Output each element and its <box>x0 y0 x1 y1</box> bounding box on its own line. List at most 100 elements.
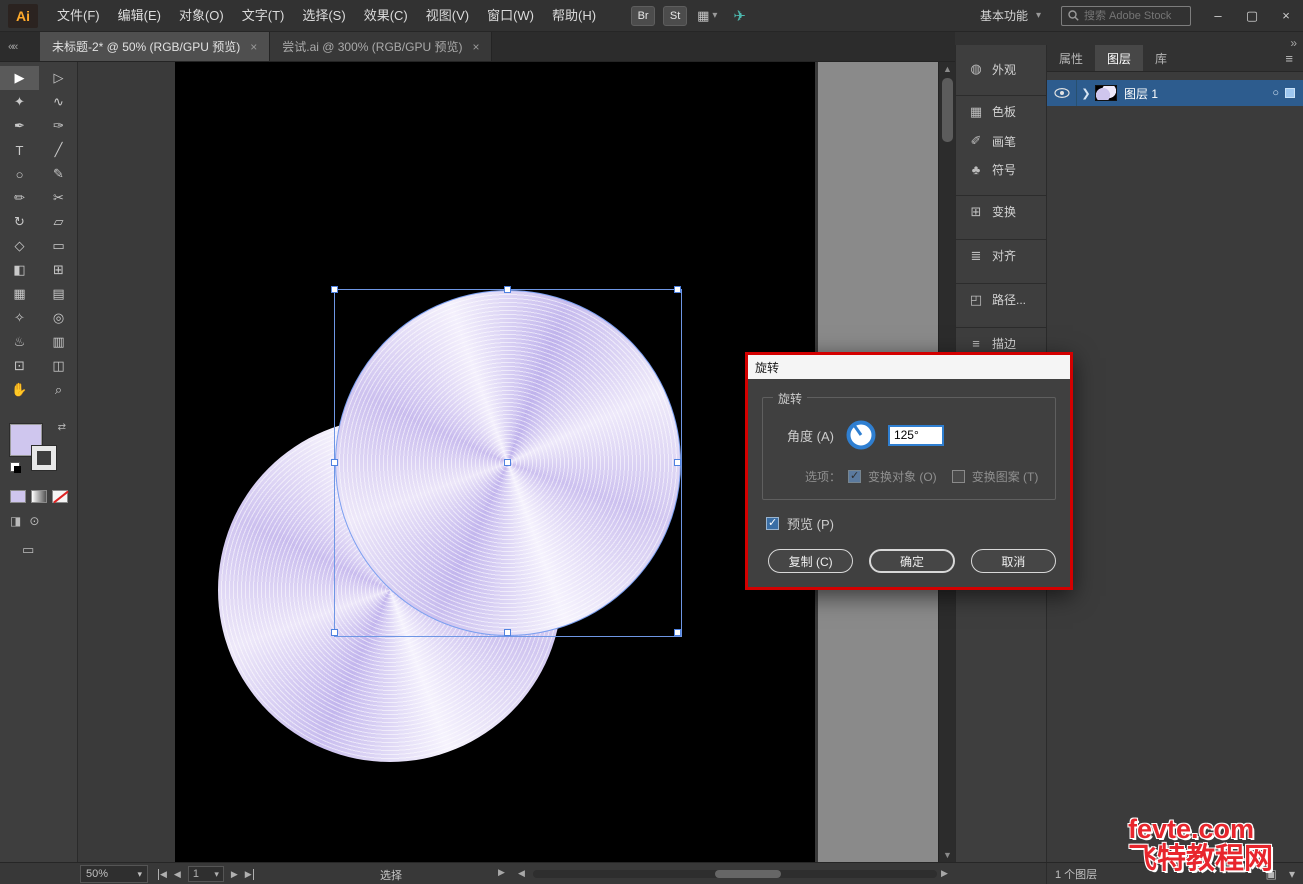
layer-name[interactable]: 图层 1 <box>1124 85 1272 102</box>
tab-close-icon[interactable]: × <box>472 40 479 54</box>
menu-item[interactable]: 对象(O) <box>170 0 233 32</box>
search-input[interactable] <box>1084 9 1184 22</box>
panel-align[interactable]: ≣ 对齐 <box>956 239 1046 271</box>
swap-fill-stroke-icon[interactable]: ⇄ <box>58 422 66 433</box>
previous-artboard-icon[interactable]: ◀ <box>174 869 181 880</box>
scroll-up-icon[interactable]: ▲ <box>939 64 955 74</box>
expand-layer-icon[interactable]: ❯ <box>1077 87 1095 100</box>
panel-tab[interactable]: 库 <box>1143 45 1179 71</box>
visibility-cell[interactable] <box>1047 80 1077 106</box>
share-icon[interactable]: ✈ <box>733 7 746 25</box>
panel-transform[interactable]: ⊞ 变换 <box>956 195 1046 227</box>
panel-tab[interactable]: 图层 <box>1095 45 1144 71</box>
expand-panels-icon[interactable]: » <box>1290 36 1297 50</box>
direct-selection-tool[interactable]: ▷ <box>39 66 78 90</box>
scissors-tool[interactable]: ✂ <box>39 186 78 210</box>
none-mode-button[interactable] <box>52 490 68 503</box>
width-tool[interactable]: ◇ <box>0 234 39 258</box>
free-transform-tool[interactable]: ▭ <box>39 234 78 258</box>
menu-item[interactable]: 效果(C) <box>355 0 417 32</box>
menu-item[interactable]: 帮助(H) <box>543 0 605 32</box>
first-artboard-icon[interactable]: ◀ <box>158 868 167 880</box>
panel-swatches[interactable]: ▦ 色板 <box>956 95 1046 127</box>
artboard-tool[interactable]: ⊡ <box>0 354 39 378</box>
gradient-mode-button[interactable] <box>31 490 47 503</box>
layer-thumbnail[interactable] <box>1095 85 1117 101</box>
pen-tool[interactable]: ✒ <box>0 114 39 138</box>
circle-shape-selected[interactable] <box>335 290 681 636</box>
maximize-button[interactable]: ▢ <box>1235 0 1269 32</box>
dialog-titlebar[interactable]: 旋转 <box>748 355 1070 379</box>
panel-brushes[interactable]: ✐ 画笔 <box>956 127 1046 155</box>
zoom-level-select[interactable]: 50% ▾ <box>80 865 148 883</box>
last-artboard-icon[interactable]: ▶ <box>245 868 254 880</box>
line-tool[interactable]: ╱ <box>39 138 78 162</box>
layer-row[interactable]: ❯ 图层 1 ○ <box>1047 80 1303 106</box>
mesh-tool[interactable]: ▦ <box>0 282 39 306</box>
zoom-tool[interactable]: ⌕ <box>39 378 78 402</box>
shape-builder-tool[interactable]: ◧ <box>0 258 39 282</box>
document-tab[interactable]: 未标题-2* @ 50% (RGB/GPU 预览) × <box>40 32 271 61</box>
panel-menu-icon[interactable]: ≡ <box>1275 45 1303 72</box>
collapse-panels-icon[interactable]: «« <box>0 32 40 61</box>
panel-symbols[interactable]: ♣ 符号 <box>956 155 1046 183</box>
chevron-down-icon[interactable]: ▾ <box>712 10 717 21</box>
horizontal-scrollbar[interactable] <box>533 870 937 878</box>
default-fill-stroke-icon[interactable] <box>10 462 21 473</box>
horizontal-scroll-thumb[interactable] <box>715 870 781 878</box>
scroll-left-icon[interactable]: ◀ <box>518 868 525 879</box>
transform-patterns-checkbox[interactable] <box>951 470 965 483</box>
menu-item[interactable]: 文件(F) <box>48 0 109 32</box>
scroll-right-icon[interactable]: ▶ <box>941 868 948 879</box>
menu-item[interactable]: 编辑(E) <box>109 0 170 32</box>
panel-tab[interactable]: 属性 <box>1047 45 1095 71</box>
color-mode-button[interactable] <box>10 490 26 503</box>
symbol-sprayer-tool[interactable]: ♨ <box>0 330 39 354</box>
ellipse-tool[interactable]: ○ <box>0 162 39 186</box>
panel-footer-menu-icon[interactable]: ▾ <box>1289 867 1295 881</box>
slice-tool[interactable]: ◫ <box>39 354 78 378</box>
rotate-tool[interactable]: ↻ <box>0 210 39 234</box>
target-circle-icon[interactable]: ○ <box>1272 87 1279 99</box>
screen-mode-icon[interactable]: ▭ <box>22 542 34 558</box>
graph-tool[interactable]: ▥ <box>39 330 78 354</box>
menu-item[interactable]: 视图(V) <box>417 0 478 32</box>
eyedropper-tool[interactable]: ✧ <box>0 306 39 330</box>
selection-tool[interactable]: ▶ <box>0 66 39 90</box>
copy-button[interactable]: 复制 (C) <box>768 549 854 573</box>
arrange-documents-icon[interactable]: ▦ <box>697 8 709 24</box>
bridge-button[interactable]: Br <box>631 5 656 26</box>
new-layer-icon[interactable]: ▣ <box>1266 867 1277 881</box>
next-artboard-icon[interactable]: ▶ <box>231 869 238 880</box>
stock-search[interactable] <box>1061 5 1191 26</box>
selection-indicator[interactable] <box>1285 88 1295 98</box>
scale-tool[interactable]: ▱ <box>39 210 78 234</box>
paintbrush-tool[interactable]: ✎ <box>39 162 78 186</box>
transform-objects-checkbox[interactable] <box>848 469 862 483</box>
panel-pathfinder[interactable]: ◰ 路径... <box>956 283 1046 315</box>
draw-behind-icon[interactable]: ⊙ <box>29 514 39 528</box>
menu-item[interactable]: 文字(T) <box>233 0 294 32</box>
vertical-scroll-thumb[interactable] <box>942 78 953 142</box>
angle-dial-icon[interactable] <box>844 418 878 452</box>
type-tool[interactable]: T <box>0 138 39 162</box>
scroll-down-icon[interactable]: ▼ <box>939 850 955 860</box>
draw-normal-icon[interactable]: ◨ <box>10 514 21 528</box>
pencil-tool[interactable]: ✏ <box>0 186 39 210</box>
tab-close-icon[interactable]: × <box>250 40 257 54</box>
curvature-tool[interactable]: ✑ <box>39 114 78 138</box>
close-button[interactable]: × <box>1269 0 1303 32</box>
perspective-grid-tool[interactable]: ⊞ <box>39 258 78 282</box>
panel-appearance[interactable]: ◍ 外观 <box>956 55 1046 83</box>
workspace-switcher[interactable]: 基本功能 ▾ <box>970 0 1051 32</box>
angle-input[interactable] <box>887 424 944 446</box>
blend-tool[interactable]: ◎ <box>39 306 78 330</box>
menu-item[interactable]: 窗口(W) <box>478 0 543 32</box>
status-menu-icon[interactable]: ▶ <box>498 867 505 878</box>
stroke-swatch[interactable] <box>32 446 56 470</box>
hand-tool[interactable]: ✋ <box>0 378 39 402</box>
stock-button[interactable]: St <box>663 5 688 26</box>
minimize-button[interactable]: – <box>1201 0 1235 32</box>
document-tab[interactable]: 尝试.ai @ 300% (RGB/GPU 预览) × <box>270 32 493 61</box>
lasso-tool[interactable]: ∿ <box>39 90 78 114</box>
